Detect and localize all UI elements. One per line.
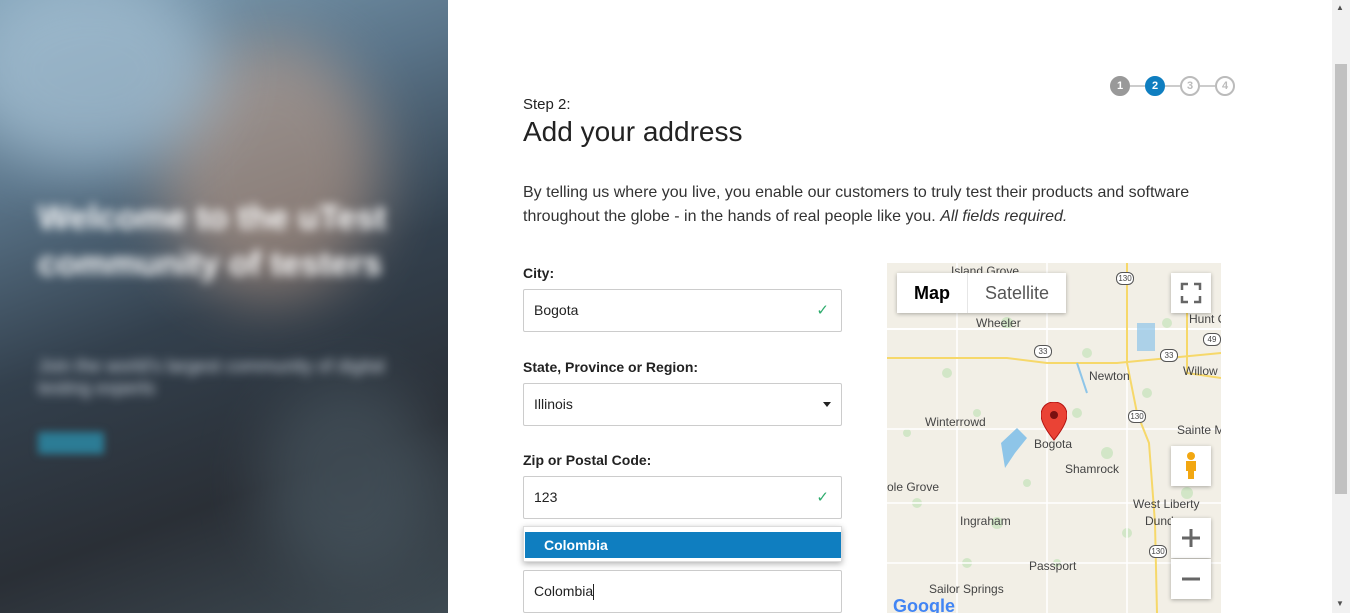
signup-main: 1 2 3 4 Step 2: Add your address By tell…	[448, 0, 1332, 613]
step-4: 4	[1215, 76, 1235, 96]
map-label: Ingraham	[960, 514, 1011, 528]
map-label: West Liberty	[1133, 497, 1200, 511]
fullscreen-icon	[1180, 282, 1202, 304]
zip-value: 123	[534, 489, 558, 505]
map-label: Passport	[1029, 559, 1077, 573]
country-field[interactable]: Colombia	[523, 570, 842, 613]
city-label: City:	[523, 265, 555, 281]
map-label: Newton	[1089, 369, 1130, 383]
route-shield: 130	[1128, 410, 1146, 423]
map-label: ole Grove	[887, 480, 940, 494]
map-label: Sainte M	[1177, 423, 1221, 437]
map-label: Wheeler	[976, 316, 1021, 330]
map-type-control: Map Satellite	[897, 273, 1067, 313]
map-label: Dund	[1145, 514, 1174, 528]
map-label: Winterrowd	[925, 415, 986, 429]
map-label: Shamrock	[1065, 462, 1120, 476]
map-label: Willow	[1183, 364, 1218, 378]
text-cursor	[593, 584, 595, 601]
fullscreen-button[interactable]	[1171, 273, 1211, 313]
location-pin-icon[interactable]	[1041, 402, 1067, 442]
check-icon: ✓	[816, 302, 829, 319]
scroll-up-icon[interactable]: ▲	[1336, 3, 1344, 12]
route-shield: 33	[1160, 349, 1178, 362]
hero-panel: Welcome to the uTest community of tester…	[0, 0, 448, 613]
scroll-down-icon[interactable]: ▼	[1336, 599, 1344, 608]
address-map[interactable]: Island Grove Hunt C Wheeler Willow Newto…	[887, 263, 1221, 613]
zoom-out-button[interactable]	[1171, 559, 1211, 599]
check-icon: ✓	[816, 489, 829, 506]
page-title: Add your address	[523, 116, 743, 147]
route-shield: 33	[1034, 345, 1052, 358]
route-shield: 49	[1203, 333, 1221, 346]
intro-text: By telling us where you live, you enable…	[523, 181, 1203, 229]
minus-icon	[1182, 577, 1200, 581]
zoom-in-button[interactable]	[1171, 518, 1211, 558]
pegman-icon	[1186, 452, 1196, 479]
scrollbar-thumb[interactable]	[1335, 64, 1347, 494]
window-edge	[1350, 0, 1366, 613]
required-note: All fields required.	[940, 208, 1068, 225]
zip-field[interactable]: 123 ✓	[523, 476, 842, 519]
step-connector	[1200, 85, 1215, 87]
hero-subtitle: Join the world's largest community of di…	[38, 356, 385, 398]
state-value: Illinois	[534, 396, 573, 412]
country-value: Colombia	[534, 583, 594, 599]
google-logo: Google	[893, 596, 955, 613]
step-connector	[1130, 85, 1145, 87]
step-1: 1	[1110, 76, 1130, 96]
chevron-down-icon	[823, 402, 831, 407]
hero-blur-shadow	[260, 380, 440, 580]
map-label: Sailor Springs	[929, 582, 1004, 596]
country-suggestions: Colombia	[523, 526, 842, 562]
route-shield: 130	[1149, 545, 1167, 558]
city-field[interactable]: Bogota ✓	[523, 289, 842, 332]
zip-label: Zip or Postal Code:	[523, 452, 652, 468]
suggestion-item[interactable]: Colombia	[525, 532, 841, 558]
map-label: Hunt C	[1189, 312, 1221, 326]
route-shield: 130	[1116, 272, 1134, 285]
street-view-button[interactable]	[1171, 446, 1211, 486]
step-label: Step 2:	[523, 96, 571, 113]
city-value: Bogota	[534, 302, 579, 318]
step-3: 3	[1180, 76, 1200, 96]
map-type-satellite[interactable]: Satellite	[967, 273, 1066, 313]
map-type-map[interactable]: Map	[897, 273, 967, 313]
hero-title: Welcome to the uTest community of tester…	[38, 199, 387, 283]
step-connector	[1165, 85, 1180, 87]
progress-stepper: 1 2 3 4	[1110, 76, 1240, 96]
plus-icon	[1182, 529, 1200, 547]
step-2: 2	[1145, 76, 1165, 96]
hero-button[interactable]	[38, 432, 104, 454]
state-select[interactable]: Illinois	[523, 383, 842, 426]
intro-body: By telling us where you live, you enable…	[523, 184, 1190, 225]
state-label: State, Province or Region:	[523, 359, 699, 375]
